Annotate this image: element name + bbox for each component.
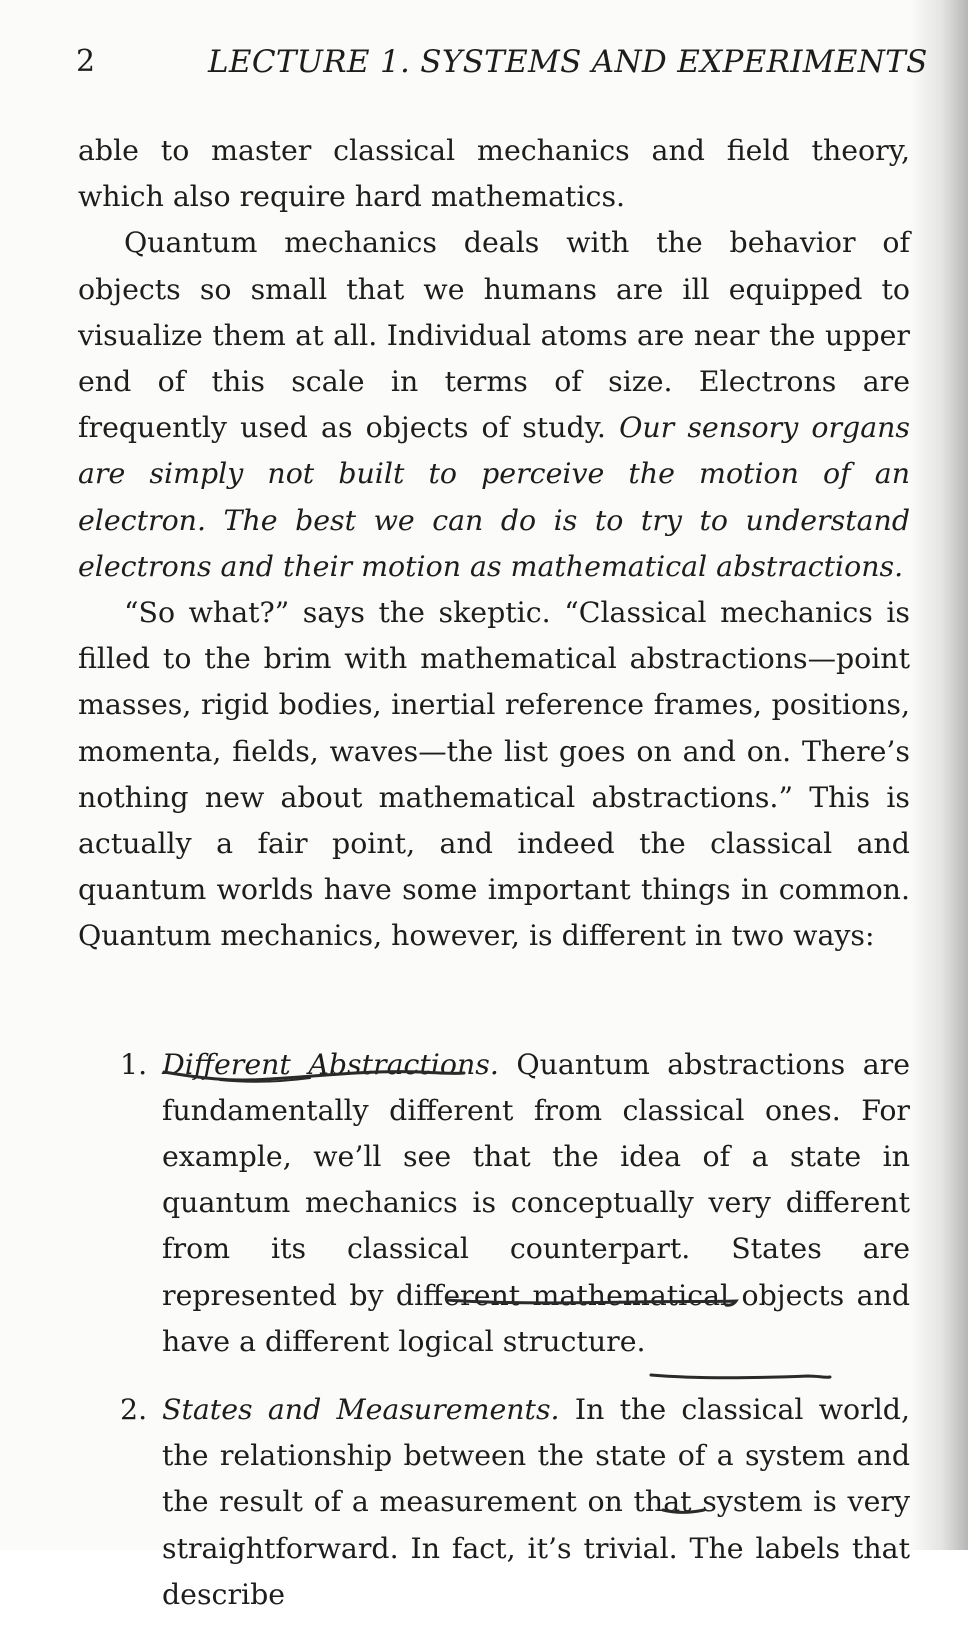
list-number: 2. xyxy=(120,1393,148,1427)
running-head: 2 LECTURE 1. SYSTEMS AND EXPERIMENTS xyxy=(76,44,927,88)
list-number: 1. xyxy=(120,1047,148,1081)
list-item-heading: States and Measurements. xyxy=(162,1393,560,1427)
paragraph-2: Quantum mechanics deals with the behavio… xyxy=(78,220,910,590)
book-page: 2 LECTURE 1. SYSTEMS AND EXPERIMENTS abl… xyxy=(0,0,968,1611)
list-item-heading: Different Abstractions. xyxy=(162,1047,499,1081)
page-edge-shadow xyxy=(910,0,968,1550)
numbered-list: 1. Different Abstractions. Quantum abstra… xyxy=(78,1042,910,1618)
page-number: 2 xyxy=(76,44,96,79)
list-item-text: Quantum abstractions are fundamentally d… xyxy=(162,1047,910,1358)
paragraph-1: able to master classical mechanics and f… xyxy=(78,134,910,214)
body-text: able to master classical mechanics and f… xyxy=(78,128,910,1640)
chapter-title: LECTURE 1. SYSTEMS AND EXPERIMENTS xyxy=(208,44,928,80)
paragraph-3: “So what?” says the skeptic. “Classical … xyxy=(78,596,910,953)
list-item-states-and-measurements: 2. States and Measurements. In the classi… xyxy=(120,1387,910,1618)
list-item-different-abstractions: 1. Different Abstractions. Quantum abstra… xyxy=(120,1042,910,1365)
